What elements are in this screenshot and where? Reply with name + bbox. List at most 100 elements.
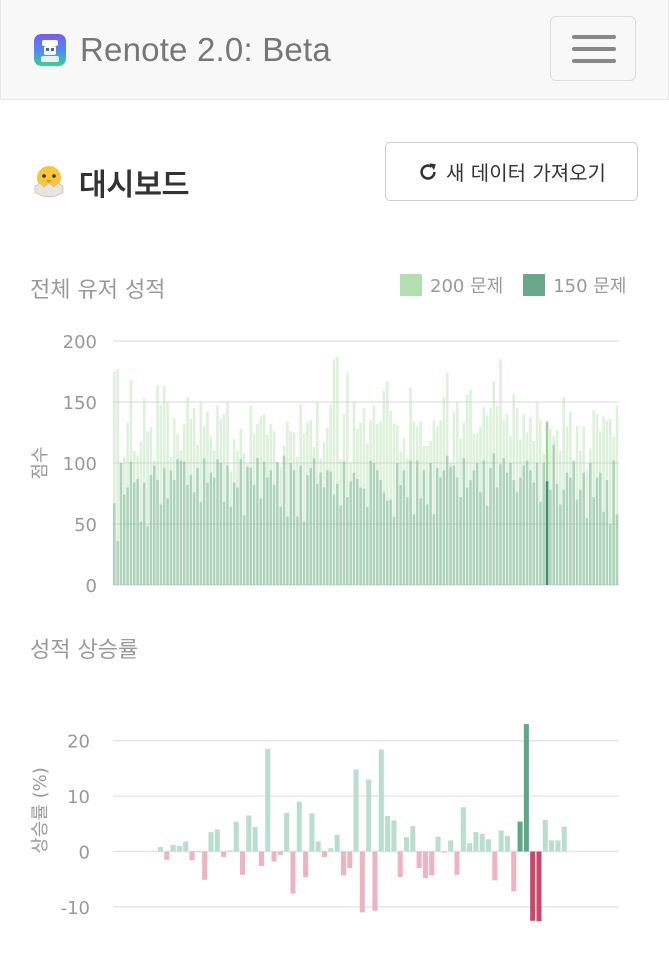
growth-bar-positive[interactable] [296, 801, 302, 852]
bar-150[interactable] [435, 467, 439, 585]
bar-150[interactable] [169, 470, 173, 585]
bar-150[interactable] [459, 497, 462, 585]
bar-150[interactable] [276, 461, 279, 585]
growth-bar-positive[interactable] [467, 843, 473, 852]
bar-150[interactable] [206, 482, 209, 585]
growth-bar-negative[interactable] [359, 851, 365, 913]
bar-150[interactable] [415, 460, 419, 585]
bar-150[interactable] [332, 494, 336, 585]
menu-toggle-button[interactable] [550, 16, 636, 81]
bar-150[interactable] [272, 484, 276, 585]
bar-150[interactable] [455, 477, 459, 585]
growth-bar-positive[interactable] [473, 832, 479, 852]
bar-150[interactable] [296, 516, 299, 585]
growth-bar-positive[interactable] [460, 807, 466, 852]
growth-bar-positive[interactable] [542, 819, 548, 852]
bar-150[interactable] [535, 463, 539, 585]
bar-150[interactable] [196, 467, 199, 585]
bar-150[interactable] [252, 484, 256, 585]
bar-150[interactable] [239, 459, 243, 585]
growth-bar-positive[interactable] [486, 839, 492, 852]
growth-bar-positive[interactable] [404, 837, 410, 852]
growth-bar-negative[interactable] [240, 851, 246, 875]
bar-150[interactable] [172, 480, 176, 585]
growth-bar-positive[interactable] [246, 815, 252, 852]
bar-150[interactable] [402, 470, 406, 585]
bar-150[interactable] [375, 470, 379, 585]
bar-150[interactable] [479, 492, 482, 585]
growth-bar-negative[interactable] [441, 851, 447, 853]
bar-150[interactable] [236, 487, 239, 585]
bar-150[interactable] [329, 471, 332, 585]
bar-150[interactable] [395, 463, 399, 585]
bar-150[interactable] [505, 472, 509, 585]
growth-bar-negative[interactable] [258, 851, 264, 866]
bar-150[interactable] [339, 505, 342, 585]
bar-150[interactable] [319, 472, 322, 585]
bar-150[interactable] [385, 500, 389, 585]
growth-bar-negative[interactable] [303, 851, 309, 877]
bar-150[interactable] [286, 516, 289, 585]
growth-bar-positive[interactable] [227, 850, 233, 852]
bar-150[interactable] [306, 475, 309, 585]
growth-bar-positive[interactable] [334, 834, 340, 852]
bar-150[interactable] [176, 459, 179, 585]
bar-150[interactable] [312, 458, 316, 585]
growth-bar-positive[interactable] [435, 836, 441, 852]
bar-150[interactable] [579, 489, 582, 585]
bar-150[interactable] [139, 521, 143, 585]
bar-150[interactable] [582, 472, 585, 585]
growth-bar-positive[interactable] [385, 816, 391, 852]
bar-150[interactable] [159, 504, 163, 585]
bar-150[interactable] [362, 488, 366, 585]
bar-150[interactable] [182, 461, 186, 585]
growth-bar-negative[interactable] [322, 851, 328, 858]
bar-150[interactable] [289, 463, 293, 585]
growth-bar-positive[interactable] [328, 848, 334, 852]
growth-bar-positive[interactable] [265, 749, 271, 852]
bar-150[interactable] [495, 487, 499, 585]
bar-150[interactable] [302, 521, 306, 585]
bar-150[interactable] [136, 478, 139, 585]
bar-150[interactable] [279, 506, 283, 585]
bar-150[interactable] [612, 460, 615, 585]
growth-bar-positive[interactable] [517, 821, 523, 852]
bar-150[interactable] [229, 506, 233, 585]
bar-150[interactable] [565, 472, 569, 585]
bar-150[interactable] [462, 458, 466, 585]
bar-150[interactable] [126, 487, 129, 585]
bar-150[interactable] [449, 466, 452, 585]
bar-150[interactable] [465, 487, 469, 585]
growth-bar-positive[interactable] [309, 813, 315, 852]
bar-150[interactable] [399, 484, 402, 585]
bar-150[interactable] [532, 482, 536, 585]
bar-150[interactable] [439, 477, 442, 585]
growth-bar-negative[interactable] [530, 851, 536, 921]
bar-150[interactable] [116, 541, 119, 585]
growth-bar-positive[interactable] [233, 821, 239, 852]
bar-150[interactable] [572, 460, 575, 585]
bar-150[interactable] [216, 459, 219, 585]
bar-150[interactable] [242, 515, 246, 585]
bar-150[interactable] [549, 489, 552, 585]
bar-150[interactable] [502, 458, 506, 585]
growth-bar-positive[interactable] [208, 832, 214, 852]
bar-150[interactable] [475, 463, 479, 585]
growth-bar-negative[interactable] [340, 851, 346, 876]
bar-150[interactable] [113, 503, 116, 585]
growth-bar-negative[interactable] [164, 851, 170, 860]
bar-150[interactable] [369, 460, 372, 585]
bar-150[interactable] [492, 453, 496, 585]
bar-150[interactable] [412, 514, 416, 585]
bar-150[interactable] [359, 487, 362, 585]
growth-bar-negative[interactable] [511, 851, 517, 892]
bar-150[interactable] [162, 467, 166, 585]
growth-bar-positive[interactable] [284, 812, 290, 852]
bar-150[interactable] [189, 475, 193, 585]
bar-150[interactable] [222, 502, 226, 585]
bar-150[interactable] [149, 475, 153, 585]
bar-150[interactable] [142, 482, 146, 585]
bar-150[interactable] [472, 470, 476, 585]
growth-bar-positive[interactable] [391, 820, 397, 852]
growth-bar-positive[interactable] [479, 833, 485, 852]
